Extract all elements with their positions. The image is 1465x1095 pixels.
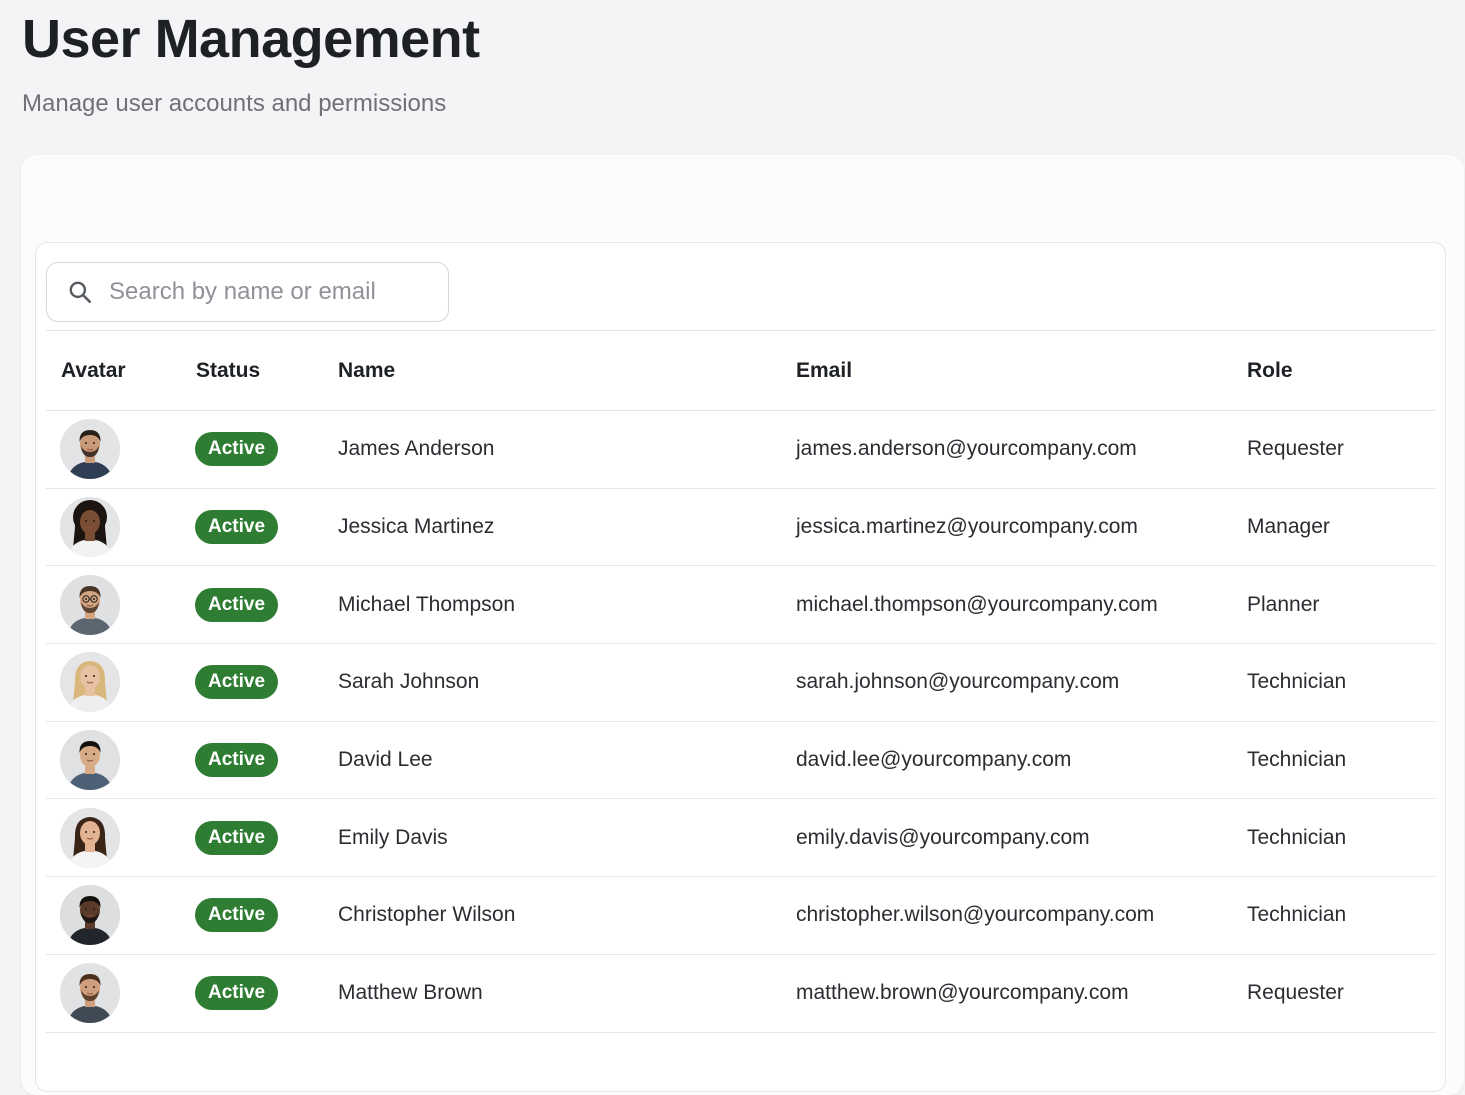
user-name: James Anderson bbox=[338, 437, 495, 461]
user-email: sarah.johnson@yourcompany.com bbox=[796, 670, 1120, 694]
user-role: Planner bbox=[1247, 592, 1320, 616]
user-name: Christopher Wilson bbox=[338, 903, 516, 927]
table-row[interactable]: Active Emily Davis emily.davis@yourcompany… bbox=[46, 799, 1435, 878]
user-email: christopher.wilson@yourcompany.com bbox=[796, 903, 1155, 927]
status-badge: Active bbox=[195, 510, 279, 545]
status-badge: Active bbox=[195, 820, 279, 855]
table-body: Active James Anderson james.anderson@yourc… bbox=[46, 411, 1435, 1033]
column-header-name[interactable]: Name bbox=[338, 359, 395, 383]
avatar bbox=[60, 574, 120, 635]
status-badge: Active bbox=[195, 898, 279, 933]
user-email: michael.thompson@yourcompany.com bbox=[796, 592, 1158, 616]
table-row[interactable]: Active Michael Thompson michael.thompson@y… bbox=[46, 566, 1435, 645]
user-role: Technician bbox=[1247, 825, 1347, 849]
table-row[interactable]: Active Sarah Johnson sarah.johnson@yourcom… bbox=[46, 644, 1435, 722]
user-role: Technician bbox=[1247, 903, 1347, 927]
avatar bbox=[60, 652, 120, 713]
search-input[interactable] bbox=[109, 278, 429, 306]
avatar bbox=[60, 419, 120, 480]
avatar bbox=[60, 963, 120, 1024]
user-name: Matthew Brown bbox=[338, 981, 483, 1005]
user-email: james.anderson@yourcompany.com bbox=[796, 437, 1137, 461]
status-badge: Active bbox=[195, 665, 279, 700]
search-icon bbox=[69, 281, 92, 304]
column-header-avatar[interactable]: Avatar bbox=[61, 359, 126, 383]
avatar bbox=[60, 497, 120, 558]
user-name: Emily Davis bbox=[338, 825, 448, 849]
user-name: Sarah Johnson bbox=[338, 670, 480, 694]
table-row[interactable]: Active Matthew Brown matthew.brown@yourcom… bbox=[46, 955, 1435, 1033]
user-role: Technician bbox=[1247, 670, 1347, 694]
avatar bbox=[60, 885, 120, 946]
user-email: jessica.martinez@yourcompany.com bbox=[796, 515, 1138, 539]
user-role: Requester bbox=[1247, 437, 1344, 461]
user-role: Requester bbox=[1247, 981, 1344, 1005]
page-title: User Management bbox=[22, 9, 480, 69]
user-role: Manager bbox=[1247, 515, 1330, 539]
user-name: David Lee bbox=[338, 748, 433, 772]
status-badge: Active bbox=[195, 743, 279, 778]
column-header-status[interactable]: Status bbox=[196, 359, 260, 383]
column-header-email[interactable]: Email bbox=[796, 359, 852, 383]
status-badge: Active bbox=[195, 587, 279, 622]
page-subtitle: Manage user accounts and permissions bbox=[22, 90, 447, 117]
table-row[interactable]: Active Jessica Martinez jessica.martinez@y… bbox=[46, 489, 1435, 567]
avatar bbox=[60, 730, 120, 791]
column-header-role[interactable]: Role bbox=[1247, 359, 1293, 383]
user-email: emily.davis@yourcompany.com bbox=[796, 825, 1090, 849]
table-row[interactable]: Active Christopher Wilson christopher.wils… bbox=[46, 877, 1435, 955]
table-header: Avatar Status Name Email Role bbox=[46, 331, 1435, 411]
user-email: matthew.brown@yourcompany.com bbox=[796, 981, 1129, 1005]
user-name: Jessica Martinez bbox=[338, 515, 495, 539]
status-badge: Active bbox=[195, 432, 279, 467]
search-box[interactable] bbox=[46, 262, 449, 322]
table-row[interactable]: Active James Anderson james.anderson@yourc… bbox=[46, 411, 1435, 489]
user-name: Michael Thompson bbox=[338, 592, 516, 616]
user-role: Technician bbox=[1247, 748, 1347, 772]
user-email: david.lee@yourcompany.com bbox=[796, 748, 1072, 772]
table-row[interactable]: Active David Lee david.lee@yourcompany.com… bbox=[46, 722, 1435, 800]
avatar bbox=[60, 807, 120, 868]
status-badge: Active bbox=[195, 976, 279, 1011]
